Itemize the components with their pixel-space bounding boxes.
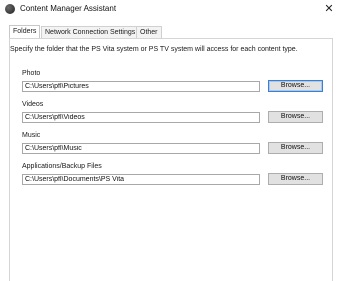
- music-browse-button[interactable]: Browse...: [268, 142, 323, 154]
- videos-folder-input[interactable]: [22, 112, 260, 123]
- close-icon[interactable]: ✕: [318, 0, 340, 18]
- title-bar: Content Manager Assistant ✕: [0, 0, 340, 18]
- music-folder-input[interactable]: [22, 143, 260, 154]
- photo-browse-button[interactable]: Browse...: [268, 80, 323, 92]
- videos-label: Videos: [22, 101, 44, 108]
- music-label: Music: [22, 132, 41, 139]
- photo-folder-input[interactable]: [22, 81, 260, 92]
- app-logo-icon: [5, 4, 15, 14]
- photo-label: Photo: [22, 70, 41, 77]
- applications-backup-browse-button[interactable]: Browse...: [268, 173, 323, 185]
- folders-description: Specify the folder that the PS Vita syst…: [10, 46, 298, 53]
- tab-folders[interactable]: Folders: [9, 25, 41, 38]
- tab-bar: Folders Network Connection Settings Othe…: [9, 25, 331, 38]
- tab-other[interactable]: Other: [136, 26, 162, 38]
- videos-browse-button[interactable]: Browse...: [268, 111, 323, 123]
- applications-backup-folder-input[interactable]: [22, 174, 260, 185]
- applications-backup-label: Applications/Backup Files: [22, 163, 102, 170]
- folders-panel: [9, 38, 333, 281]
- tab-network-connection-settings[interactable]: Network Connection Settings: [41, 26, 140, 38]
- window-title: Content Manager Assistant: [20, 4, 117, 13]
